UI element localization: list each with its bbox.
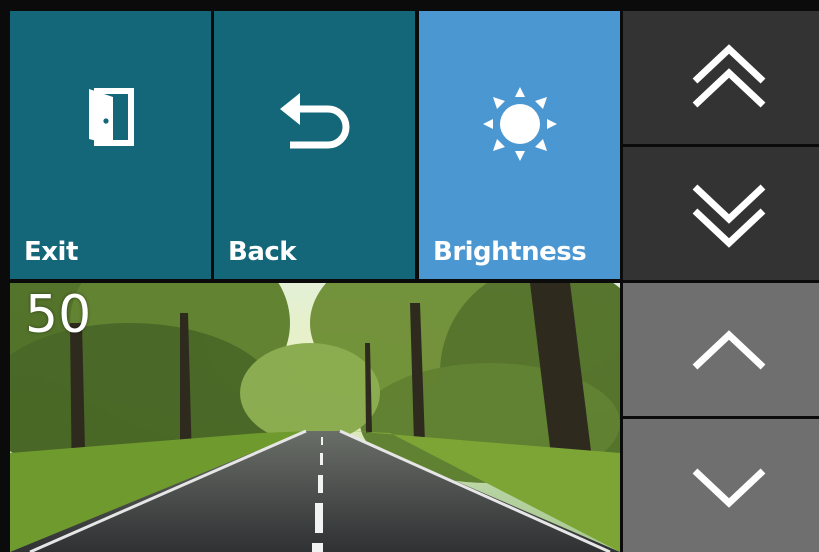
exit-button[interactable]: Exit — [10, 11, 211, 279]
chevron-up-icon — [692, 330, 766, 370]
increase-button[interactable] — [623, 283, 819, 416]
back-arrow-icon — [280, 93, 350, 149]
brightness-value: 50 — [25, 285, 92, 345]
sun-icon — [483, 87, 557, 161]
brightness-preview-image: 50 — [10, 283, 620, 552]
brightness-label: Brightness — [433, 237, 587, 267]
brightness-button[interactable]: Brightness — [419, 11, 620, 279]
back-label: Back — [228, 237, 297, 267]
exit-label: Exit — [24, 237, 78, 267]
double-chevron-up-icon — [692, 44, 766, 108]
fast-increase-button[interactable] — [623, 11, 819, 144]
fast-decrease-button[interactable] — [623, 147, 819, 280]
road-landscape-image — [10, 283, 620, 552]
exit-door-icon — [89, 88, 134, 146]
decrease-button[interactable] — [623, 419, 819, 552]
back-button[interactable]: Back — [214, 11, 415, 279]
double-chevron-down-icon — [692, 184, 766, 248]
chevron-down-icon — [692, 468, 766, 508]
